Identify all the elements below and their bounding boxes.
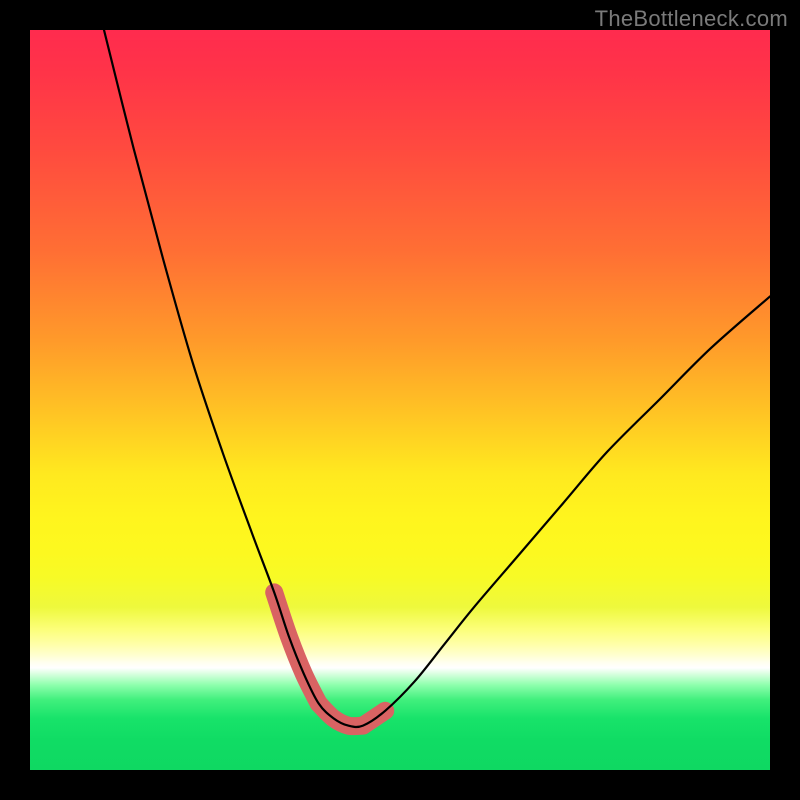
plot-area (30, 30, 770, 770)
bottleneck-curve (104, 30, 770, 727)
chart-stage: TheBottleneck.com (0, 0, 800, 800)
watermark-text: TheBottleneck.com (595, 6, 788, 32)
curve-layer (30, 30, 770, 770)
